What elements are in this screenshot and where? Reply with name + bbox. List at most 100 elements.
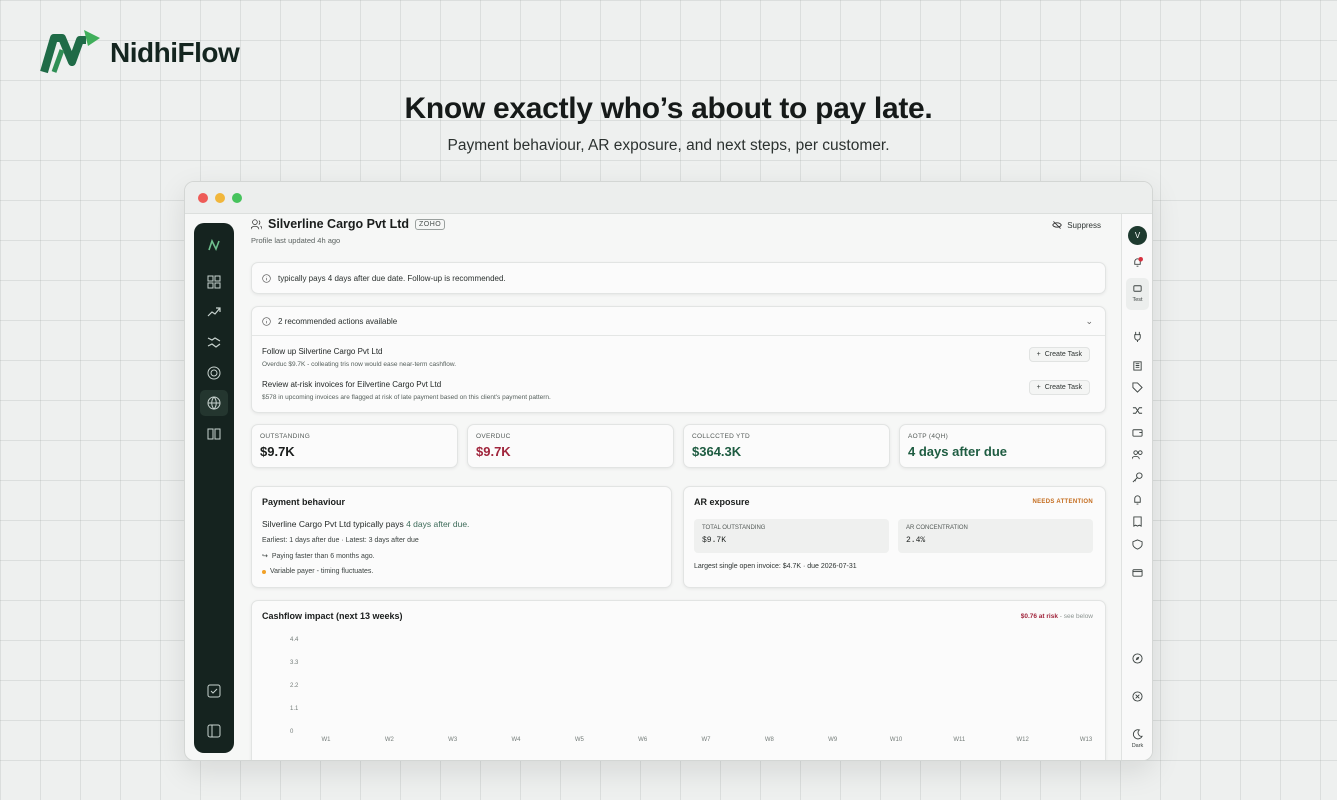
- sidebar-toggle-icon[interactable]: [204, 721, 224, 741]
- recommended-actions-header[interactable]: 2 recommended actions available: [252, 307, 1105, 336]
- payment-variability-text: Variable payer - timing fluctuates.: [270, 568, 374, 575]
- bell-icon[interactable]: [1130, 492, 1145, 507]
- app-logo-icon[interactable]: [204, 235, 224, 255]
- stat-label: COLLCCTED YTD: [692, 433, 750, 440]
- create-task-label: Create Task: [1044, 351, 1082, 358]
- info-icon: [262, 273, 271, 283]
- suppress-label: Suppress: [1067, 220, 1101, 230]
- info-icon: [262, 316, 271, 326]
- main-content: Silverline Cargo Pvt Ltd ZOHO Profile la…: [249, 214, 1152, 760]
- cashflow-title: Cashflow impact (next 13 weeks): [262, 611, 403, 621]
- tag-icon[interactable]: [1130, 380, 1145, 395]
- stat-label: OVERDUC: [476, 433, 511, 440]
- compass-icon[interactable]: [1130, 651, 1145, 666]
- shuffle-icon[interactable]: [1130, 403, 1145, 418]
- cashflow-chart: 0 1.1 2.2 3.3 4.4 W1 W2 W3 W4 W5 W6 W7 W8 W9 W10 W11 W12…: [290, 637, 1093, 743]
- key-icon[interactable]: [1130, 470, 1145, 485]
- dark-mode-label: Dark: [1131, 743, 1144, 749]
- stat-label: OUTSTANDING: [260, 433, 311, 440]
- total-outstanding-box: TOTAL OUTSTANDING $9.7K: [694, 519, 889, 553]
- user-avatar[interactable]: V: [1128, 226, 1147, 245]
- create-task-label: Create Task: [1044, 384, 1082, 391]
- right-toolbar: V Test Dark: [1121, 214, 1152, 760]
- x-tick-label: W9: [828, 737, 838, 743]
- x-tick-label: W7: [702, 737, 712, 743]
- trending-up-icon[interactable]: [204, 302, 224, 322]
- stat-outstanding: OUTSTANDING $9.7K: [251, 424, 458, 468]
- recommended-actions-title: 2 recommended actions available: [278, 316, 398, 326]
- target-icon[interactable]: [204, 363, 224, 383]
- x-tick-label: W1: [322, 737, 332, 743]
- users-icon: [251, 218, 262, 229]
- source-tag: ZOHO: [415, 218, 446, 230]
- chevron-down-icon[interactable]: ⌄: [1085, 316, 1093, 327]
- forecast-icon[interactable]: [204, 332, 224, 352]
- receipt-icon[interactable]: [1130, 514, 1145, 529]
- book-icon[interactable]: [204, 424, 224, 444]
- plus-icon: +: [1036, 351, 1041, 358]
- test-label: Test: [1132, 297, 1143, 303]
- recommendation-item: Review at-risk invoices for Eilvertine C…: [262, 380, 1092, 401]
- x-tick-label: W3: [448, 737, 458, 743]
- window-titlebar: [185, 182, 1152, 214]
- summary-prefix: Silverline Cargo Pvt Ltd typically pays: [262, 519, 407, 529]
- card-icon[interactable]: [1130, 565, 1145, 580]
- recommendation-title: Review at-risk invoices for Eilvertine C…: [262, 380, 442, 389]
- brand: NidhiFlow: [40, 28, 240, 78]
- profile-updated: Profile last updated 4h ago: [251, 236, 341, 245]
- x-tick-label: W6: [638, 737, 648, 743]
- x-tick-label: W12: [1016, 737, 1029, 743]
- subline: Payment behaviour, AR exposure, and next…: [447, 137, 890, 154]
- y-tick-label: 3.3: [290, 660, 299, 666]
- close-window-button[interactable]: [198, 192, 208, 203]
- total-outstanding-label: TOTAL OUTSTANDING: [702, 525, 766, 531]
- people-icon[interactable]: [1130, 447, 1145, 462]
- suppress-button[interactable]: Suppress: [1052, 220, 1101, 230]
- ar-concentration-box: AR CONCENTRATION 2.4%: [898, 519, 1093, 553]
- ar-concentration-value: 2.4%: [906, 536, 926, 545]
- banner-text: typically pays 4 days after due date. Fo…: [278, 273, 506, 283]
- cashflow-card: 0 1.1 2.2 3.3 4.4 W1 W2 W3 W4 W5 W6 W7 W8 W9 W10 W11 W12…: [251, 600, 1106, 760]
- x-tick-label: W10: [890, 737, 903, 743]
- stat-overdue: OVERDUC $9.7K: [467, 424, 674, 468]
- shield-icon[interactable]: [1130, 537, 1145, 552]
- y-tick-label: 4.4: [290, 637, 299, 643]
- recommended-actions: 2 recommended actions available ⌄ Follow…: [251, 306, 1106, 413]
- notification-icon[interactable]: [1130, 255, 1145, 270]
- needs-attention-badge: NEEDS ATTENTION: [1032, 499, 1093, 505]
- x-tick-label: W13: [1080, 737, 1093, 743]
- cashflow-risk-amount: $0.76 at risk: [1020, 613, 1058, 620]
- building-icon[interactable]: [1130, 358, 1145, 373]
- close-circle-icon[interactable]: [1130, 689, 1145, 704]
- recommendation-title: Follow up Silvertine Cargo Pvt Ltd: [262, 347, 383, 356]
- stat-value: $364.3K: [692, 444, 742, 459]
- x-tick-label: W2: [385, 737, 395, 743]
- wallet-icon[interactable]: [1130, 425, 1145, 440]
- create-task-button[interactable]: + Create Task: [1028, 347, 1090, 362]
- payment-range: Earliest: 1 days after due · Latest: 3 d…: [262, 537, 419, 544]
- globe-icon[interactable]: [200, 390, 228, 416]
- y-tick-label: 2.2: [290, 683, 299, 689]
- ar-exposure-card: AR exposure NEEDS ATTENTION TOTAL OUTSTA…: [683, 486, 1106, 588]
- task-check-icon[interactable]: [204, 681, 224, 701]
- x-tick-label: W5: [575, 737, 585, 743]
- brand-name: NidhiFlow: [110, 37, 240, 68]
- stat-collected-ytd: COLLCCTED YTD $364.3K: [683, 424, 890, 468]
- largest-invoice: Largest single open invoice: $4.7K · due…: [694, 563, 857, 570]
- payment-trend-text: Paying faster than 6 months ago.: [271, 552, 375, 560]
- dashboard-icon[interactable]: [204, 272, 224, 292]
- app-window: Silverline Cargo Pvt Ltd ZOHO Profile la…: [184, 181, 1153, 761]
- y-tick-label: 1.1: [290, 706, 299, 712]
- plug-icon[interactable]: [1130, 329, 1145, 344]
- payment-behaviour-title: Payment behaviour: [262, 497, 346, 507]
- minimize-window-button[interactable]: [215, 192, 225, 203]
- moon-icon[interactable]: [1130, 727, 1145, 742]
- recommendation-desc: Overduc $9.7K - colleating tris now woul…: [262, 361, 457, 368]
- create-task-button[interactable]: + Create Task: [1028, 380, 1090, 395]
- maximize-window-button[interactable]: [232, 192, 242, 203]
- headline: Know exactly who’s about to pay late.: [404, 92, 933, 125]
- info-banner: typically pays 4 days after due date. Fo…: [251, 262, 1106, 294]
- nidhiflow-logo-icon: [40, 30, 100, 74]
- recommendation-desc: $578 in upcoming invoices are flagged at…: [262, 394, 551, 401]
- test-icon: [1130, 281, 1145, 296]
